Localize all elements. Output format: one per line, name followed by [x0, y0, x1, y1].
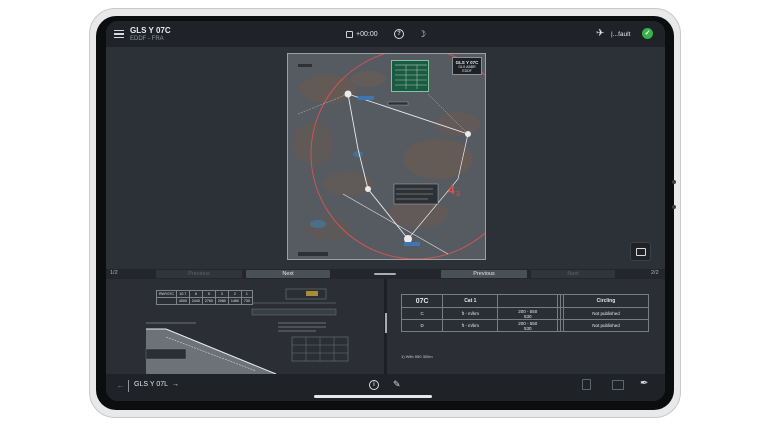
right-next-button[interactable]: Next	[531, 270, 615, 278]
right-previous-button[interactable]: Previous	[441, 270, 527, 278]
minima-panel[interactable]: 07C Cat 1 Circling C ft - m/km 200 - 550…	[387, 279, 665, 374]
chart-viewer[interactable]: 4 3 GLS Y 07C GLS ABBR EDDF	[106, 47, 665, 270]
info-icon[interactable]: i	[369, 380, 379, 390]
category-header: Cat 1	[442, 294, 499, 308]
minima-value-cell: 200 - 550 530	[497, 307, 559, 320]
left-page-indicator: 1/2	[110, 270, 118, 276]
next-chart-button[interactable]: GLS Y 07L →	[134, 381, 179, 388]
time-offset-button[interactable]: +00:00	[346, 31, 378, 38]
back-arrow-icon[interactable]: ←	[116, 380, 125, 390]
map-icon[interactable]	[612, 380, 624, 390]
menu-icon[interactable]	[114, 30, 124, 39]
circling-header: Circling	[562, 294, 650, 308]
minima-value-cell: 200 - 550 530	[497, 319, 559, 332]
split-view-button[interactable]	[630, 242, 651, 261]
runway-header: 07C	[400, 294, 444, 308]
left-previous-button[interactable]: Previous	[156, 270, 242, 278]
minima-table: 07C Cat 1 Circling C ft - m/km 200 - 550…	[400, 294, 650, 332]
profile-label[interactable]: |...fault	[611, 31, 630, 38]
time-offset-label: +00:00	[356, 31, 378, 38]
document-icon[interactable]	[582, 379, 591, 390]
chart-id-sub2: EDDF	[462, 69, 472, 73]
home-indicator[interactable]	[314, 395, 432, 398]
category-cell: C	[400, 307, 444, 320]
top-bar: GLS Y 07C EDDF - FRA +00:00 ? ☽ ✈ |...fa…	[106, 21, 665, 47]
msa-box	[391, 60, 429, 92]
bottom-bar: ← GLS Y 07L → i ✎ ✒	[106, 374, 665, 401]
separator	[128, 380, 129, 392]
split-view-icon	[636, 248, 646, 256]
right-page-indicator: 2/2	[651, 270, 659, 276]
aircraft-icon[interactable]: ✈	[596, 28, 608, 40]
circling-cell: Not published	[562, 307, 650, 320]
calendar-icon	[346, 31, 353, 38]
table-row: C ft - m/km 200 - 550 530 Not published	[400, 307, 650, 320]
table-row: D ft - m/km 200 - 550 530 Not published	[400, 319, 650, 332]
camera-dot	[672, 180, 676, 184]
panel-grabber[interactable]	[374, 273, 396, 275]
left-next-button[interactable]: Next	[246, 270, 330, 278]
vertical-profile-graphic	[145, 288, 349, 374]
category-cell: D	[400, 319, 444, 332]
empty-header	[497, 294, 559, 308]
unit-cell: ft - m/km	[442, 307, 499, 320]
unit-cell: ft - m/km	[442, 319, 499, 332]
sync-ok-icon[interactable]: ✓	[642, 28, 653, 39]
annotate-pen-icon[interactable]: ✒	[640, 378, 648, 389]
airport-subtitle: EDDF - FRA	[130, 36, 164, 42]
approach-chart[interactable]: 4 3 GLS Y 07C GLS ABBR EDDF	[287, 53, 486, 260]
night-mode-icon[interactable]: ☽	[418, 29, 428, 39]
forward-arrow-icon: →	[172, 381, 179, 388]
help-icon[interactable]: ?	[394, 29, 404, 39]
chart-title: GLS Y 07C	[130, 26, 171, 35]
profile-view-panel[interactable]: RWY07C 10.7 6 5 3 2 1 4000 2440 2760 208…	[106, 279, 384, 374]
app-screen: GLS Y 07C EDDF - FRA +00:00 ? ☽ ✈ |...fa…	[106, 21, 665, 401]
pager-row: 1/2 Previous Next Previous Next 2/2	[106, 269, 665, 279]
minima-note: 1) With 550 300m	[401, 354, 433, 359]
chart-id-box: GLS Y 07C GLS ABBR EDDF	[452, 57, 482, 75]
sensor-dot	[672, 205, 676, 209]
chart-graphic: 4 3	[288, 54, 485, 259]
next-chart-label: GLS Y 07L	[134, 381, 168, 388]
svg-text:3: 3	[456, 191, 460, 198]
pencil-icon[interactable]: ✎	[393, 379, 401, 390]
svg-text:4: 4	[448, 183, 455, 197]
circling-cell: Not published	[562, 319, 650, 332]
